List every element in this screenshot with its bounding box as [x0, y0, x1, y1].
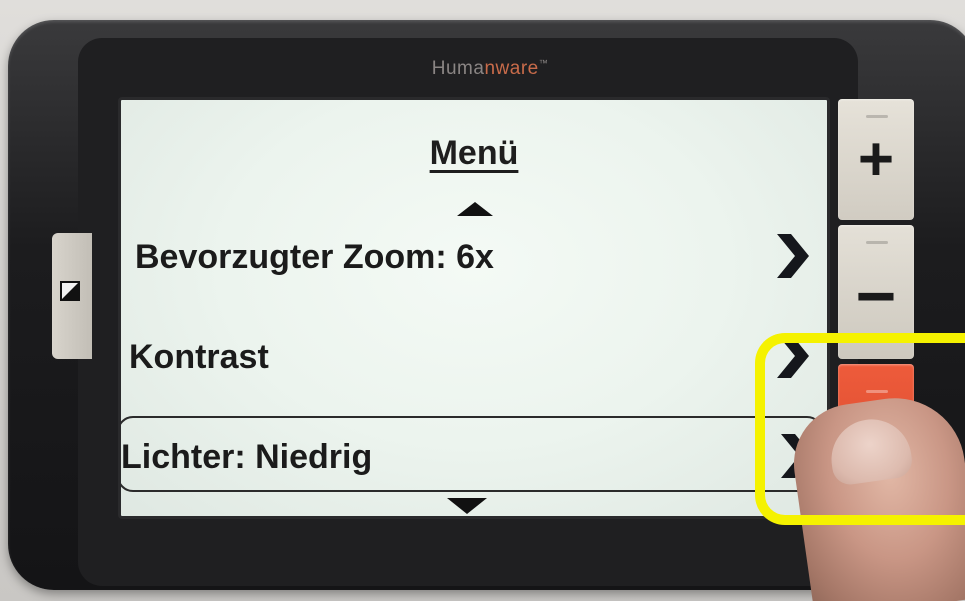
brand-text-suffix: ware — [495, 58, 539, 79]
key-notch — [866, 390, 888, 393]
chevron-right-icon — [777, 234, 809, 278]
zoom-out-button[interactable]: − — [838, 225, 914, 359]
plus-icon: + — [857, 125, 895, 194]
photo-scene: Humanware™ Menü Bevorzugter Zoom: 6x Kon… — [0, 0, 965, 601]
scroll-down-icon[interactable] — [447, 498, 487, 514]
scroll-up-icon[interactable] — [457, 202, 493, 216]
menu-item-label: Lichter: Niedrig — [121, 438, 373, 476]
pressing-finger — [786, 389, 965, 601]
menu-item-preferred-zoom[interactable]: Bevorzugter Zoom: 6x — [121, 218, 827, 292]
key-notch — [866, 115, 888, 118]
menu-item-label: Kontrast — [129, 338, 269, 376]
brand-tm: ™ — [538, 58, 549, 68]
chevron-right-icon — [777, 334, 809, 378]
contrast-icon — [60, 281, 80, 301]
device-screen: Menü Bevorzugter Zoom: 6x Kontrast Licht… — [118, 97, 830, 519]
menu-item-contrast[interactable]: Kontrast — [121, 318, 827, 392]
menu-item-lights-selected[interactable]: Lichter: Niedrig — [121, 416, 823, 492]
contrast-side-button[interactable] — [52, 233, 92, 359]
brand-text-prefix: Huma — [431, 58, 485, 79]
fingernail — [826, 414, 915, 487]
key-notch — [866, 241, 888, 244]
menu-title: Menü — [121, 134, 827, 173]
brand-text-accent: n — [484, 58, 496, 79]
menu-title-text: Menü — [429, 134, 519, 172]
menu-item-label: Bevorzugter Zoom: 6x — [135, 238, 494, 276]
minus-icon: − — [855, 257, 897, 335]
brand-logo: Humanware™ — [400, 58, 580, 80]
zoom-in-button[interactable]: + — [838, 99, 914, 220]
